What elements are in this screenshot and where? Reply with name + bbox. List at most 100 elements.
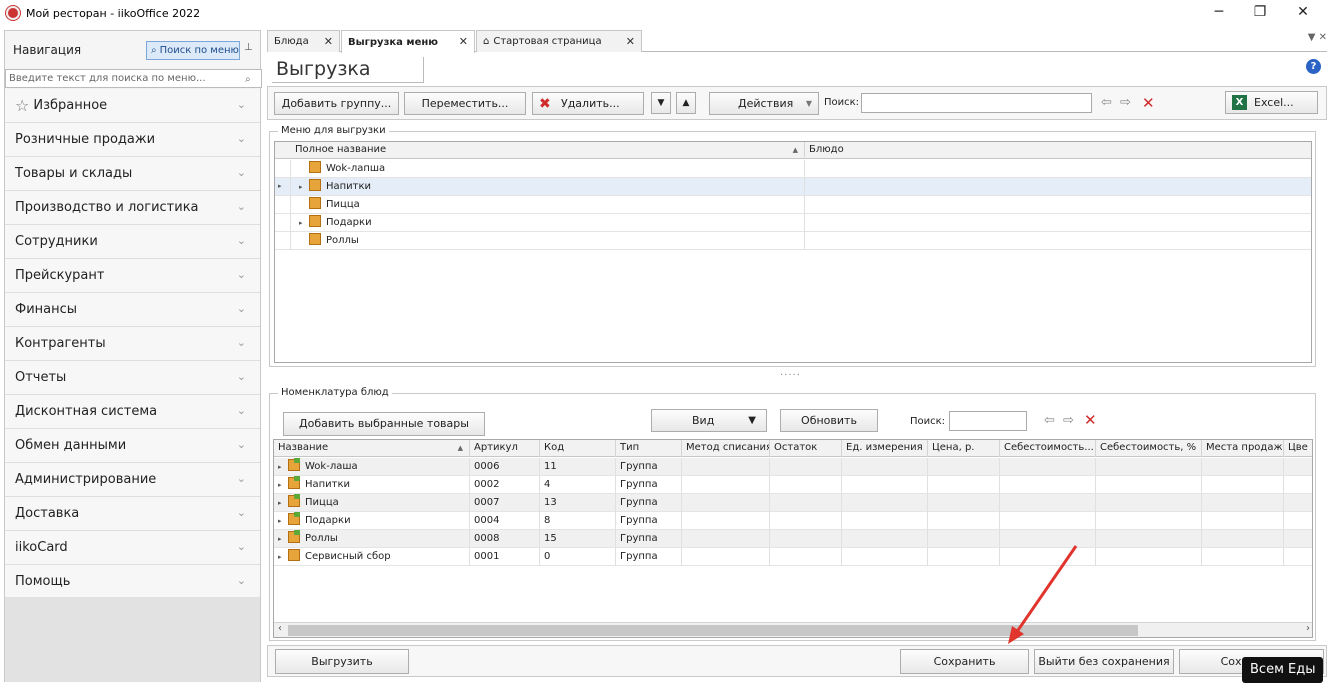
expand-icon[interactable]: ▸ xyxy=(278,549,288,566)
column-header[interactable]: Места продаж xyxy=(1202,440,1284,457)
close-tab-icon[interactable]: ✕ xyxy=(626,35,635,48)
chevron-down-icon[interactable]: ⌄ xyxy=(237,166,246,179)
nav-item[interactable]: Администрирование ⌄ xyxy=(5,463,260,497)
column-header[interactable]: Тип xyxy=(616,440,682,457)
nav-item[interactable]: Сотрудники ⌄ xyxy=(5,225,260,259)
horizontal-scrollbar[interactable]: ‹ › xyxy=(274,622,1312,637)
add-group-button[interactable]: Добавить группу... xyxy=(274,92,399,115)
column-header[interactable]: Себестоимость... xyxy=(1000,440,1096,457)
chevron-down-icon[interactable]: ⌄ xyxy=(237,302,246,315)
actions-dropdown[interactable]: Действия ▼ xyxy=(709,92,819,115)
view-dropdown[interactable]: Вид ▼ xyxy=(651,409,767,432)
column-header[interactable]: Код xyxy=(540,440,616,457)
move-up-button[interactable]: ▲ xyxy=(676,92,696,114)
column-header-full-name[interactable]: Полное название ▲ xyxy=(291,142,805,159)
nav-item[interactable]: Помощь ⌄ xyxy=(5,565,260,599)
nomen-row[interactable]: ▸ Роллы 0008 15 Группа xyxy=(274,530,1312,548)
tab-list-dropdown-icon[interactable]: ▼ ✕ xyxy=(1308,32,1327,43)
minimize-button[interactable]: ─ xyxy=(1199,0,1239,26)
nomen-row[interactable]: ▸ Сервисный сбор 0001 0 Группа xyxy=(274,548,1312,566)
nomen-row[interactable]: ▸ Напитки 0002 4 Группа xyxy=(274,476,1312,494)
column-header-dish[interactable]: Блюдо xyxy=(805,142,1311,159)
nomen-row[interactable]: ▸ Пицца 0007 13 Группа xyxy=(274,494,1312,512)
export-button[interactable]: Выгрузить xyxy=(275,649,409,674)
column-header[interactable]: Название ▲ xyxy=(274,440,470,457)
expand-icon[interactable]: ▸ xyxy=(278,531,288,548)
add-selected-items-button[interactable]: Добавить выбранные товары xyxy=(283,412,485,436)
close-window-button[interactable]: ✕ xyxy=(1283,0,1323,26)
menu-row[interactable]: ▸ Подарки xyxy=(275,214,1311,232)
nav-item[interactable]: Розничные продажи ⌄ xyxy=(5,123,260,157)
column-header[interactable]: Метод списания xyxy=(682,440,770,457)
search-prev-icon[interactable]: ⇦ xyxy=(1101,95,1112,110)
nav-item[interactable]: Производство и логистика ⌄ xyxy=(5,191,260,225)
panel-splitter-handle[interactable]: ····· xyxy=(780,370,801,381)
search-next-icon[interactable]: ⇨ xyxy=(1120,95,1131,110)
chevron-down-icon[interactable]: ⌄ xyxy=(237,404,246,417)
nomen-search-input[interactable] xyxy=(949,411,1027,431)
menu-row[interactable]: Wok-лапша xyxy=(275,160,1311,178)
tab-menu-export[interactable]: Выгрузка меню ✕ xyxy=(341,30,475,53)
nav-item[interactable]: Финансы ⌄ xyxy=(5,293,260,327)
nav-item[interactable]: Доставка ⌄ xyxy=(5,497,260,531)
chevron-down-icon[interactable]: ⌄ xyxy=(237,472,246,485)
chevron-down-icon[interactable]: ⌄ xyxy=(237,132,246,145)
nav-search-input[interactable]: Введите текст для поиска по меню... ⌕ xyxy=(5,69,262,88)
scroll-right-icon[interactable]: › xyxy=(1306,623,1310,634)
nomen-clear-search-icon[interactable]: ✕ xyxy=(1084,411,1097,429)
expand-icon[interactable]: ▸ xyxy=(278,513,288,530)
expand-icon[interactable]: ▸ xyxy=(299,179,309,196)
close-tab-icon[interactable]: ✕ xyxy=(459,35,468,48)
pin-icon[interactable]: ⊥ xyxy=(244,42,253,53)
toolbar-search-input[interactable] xyxy=(861,93,1092,113)
nav-item[interactable]: Контрагенты ⌄ xyxy=(5,327,260,361)
chevron-down-icon[interactable]: ⌄ xyxy=(237,268,246,281)
menu-row[interactable]: Роллы xyxy=(275,232,1311,250)
nav-item[interactable]: Обмен данными ⌄ xyxy=(5,429,260,463)
chevron-down-icon[interactable]: ⌄ xyxy=(237,336,246,349)
move-button[interactable]: Переместить... xyxy=(404,92,526,115)
nomen-search-next-icon[interactable]: ⇨ xyxy=(1063,413,1074,428)
nav-item[interactable]: ☆ Избранное ⌄ xyxy=(5,89,260,123)
clear-search-icon[interactable]: ✕ xyxy=(1142,94,1155,112)
chevron-down-icon[interactable]: ⌄ xyxy=(237,234,246,247)
close-tab-icon[interactable]: ✕ xyxy=(324,35,333,48)
column-header[interactable]: Цена, р. xyxy=(928,440,1000,457)
expand-icon[interactable]: ▸ xyxy=(278,495,288,512)
nomen-row[interactable]: ▸ Wok-лаша 0006 11 Группа xyxy=(274,458,1312,476)
nomen-row[interactable]: ▸ Подарки 0004 8 Группа xyxy=(274,512,1312,530)
nav-item[interactable]: Товары и склады ⌄ xyxy=(5,157,260,191)
nav-item[interactable]: Отчеты ⌄ xyxy=(5,361,260,395)
column-header[interactable]: Артикул xyxy=(470,440,540,457)
move-down-button[interactable]: ▼ xyxy=(651,92,671,114)
delete-button[interactable]: ✖ Удалить... xyxy=(532,92,644,115)
nav-item[interactable]: Дисконтная система ⌄ xyxy=(5,395,260,429)
chevron-down-icon[interactable]: ⌄ xyxy=(237,540,246,553)
tab-start-page[interactable]: ⌂ Стартовая страница ✕ xyxy=(476,30,642,52)
help-icon[interactable]: ? xyxy=(1306,59,1321,74)
nav-item[interactable]: Прейскурант ⌄ xyxy=(5,259,260,293)
nav-item[interactable]: iikoCard ⌄ xyxy=(5,531,260,565)
chevron-down-icon[interactable]: ⌄ xyxy=(237,438,246,451)
expand-icon[interactable]: ▸ xyxy=(278,459,288,476)
menu-row[interactable]: Пицца xyxy=(275,196,1311,214)
chevron-down-icon[interactable]: ⌄ xyxy=(237,370,246,383)
expand-icon[interactable]: ▸ xyxy=(278,477,288,494)
scroll-left-icon[interactable]: ‹ xyxy=(278,623,282,634)
chevron-down-icon[interactable]: ⌄ xyxy=(237,98,246,111)
column-header[interactable]: Остаток xyxy=(770,440,842,457)
nomen-search-prev-icon[interactable]: ⇦ xyxy=(1044,413,1055,428)
chevron-down-icon[interactable]: ⌄ xyxy=(237,200,246,213)
nav-search-button[interactable]: ⌕ Поиск по меню xyxy=(146,41,240,60)
menu-row[interactable]: ▸ ▸ Напитки xyxy=(275,178,1311,196)
exit-without-save-button[interactable]: Выйти без сохранения xyxy=(1034,649,1174,674)
tab-dishes[interactable]: Блюда ✕ xyxy=(267,30,340,52)
excel-export-button[interactable]: X Excel... xyxy=(1225,91,1318,114)
magnifier-icon[interactable]: ⌕ xyxy=(245,71,259,86)
column-header[interactable]: Цве xyxy=(1284,440,1312,457)
chevron-down-icon[interactable]: ⌄ xyxy=(237,574,246,587)
column-header[interactable]: Ед. измерения xyxy=(842,440,928,457)
maximize-button[interactable]: ❐ xyxy=(1240,0,1280,26)
refresh-button[interactable]: Обновить xyxy=(780,409,878,432)
expand-icon[interactable]: ▸ xyxy=(299,215,309,232)
